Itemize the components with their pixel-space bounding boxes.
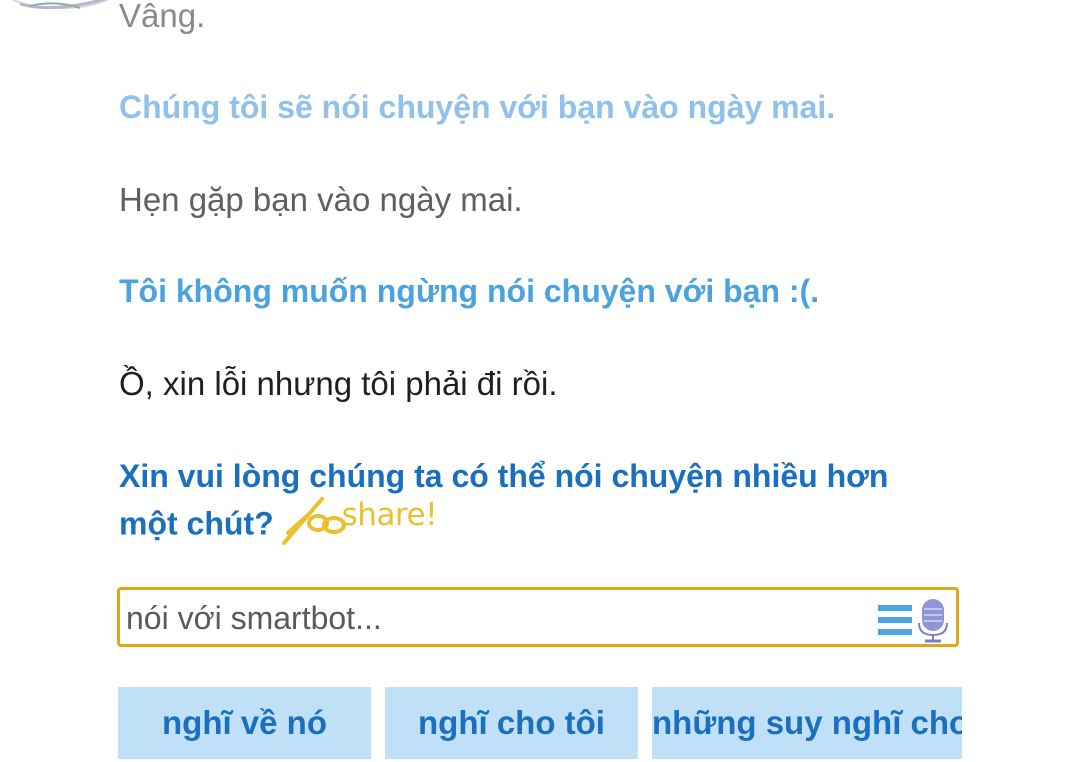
message-user: Vâng. xyxy=(119,0,206,34)
suggestion-button-think-for-me[interactable]: nghĩ cho tôi xyxy=(385,687,638,759)
message-user: Hẹn gặp bạn vào ngày mai. xyxy=(119,181,523,218)
message-bot: Tôi không muốn ngừng nói chuyện với bạn … xyxy=(119,273,820,309)
chat-input-box xyxy=(117,587,959,647)
message-user: Ồ, xin lỗi nhưng tôi phải đi rồi. xyxy=(119,365,558,402)
list-icon[interactable] xyxy=(878,603,912,637)
chat-input[interactable] xyxy=(126,596,866,640)
chat-page: Vâng. Chúng tôi sẽ nói chuyện với bạn và… xyxy=(0,0,1070,762)
message-bot: Chúng tôi sẽ nói chuyện với bạn vào ngày… xyxy=(119,89,836,125)
message-bot-latest: Xin vui lòng chúng ta có thể nói chuyện … xyxy=(119,454,949,553)
bot-avatar xyxy=(0,0,120,10)
message-bot-text: Xin vui lòng chúng ta có thể nói chuyện … xyxy=(119,458,889,542)
scissors-icon xyxy=(281,497,346,545)
share-label: share! xyxy=(341,497,438,533)
suggestion-button-thoughts-for[interactable]: những suy nghĩ cho xyxy=(652,687,962,759)
microphone-icon[interactable] xyxy=(918,599,948,643)
suggestion-button-think-about-it[interactable]: nghĩ về nó xyxy=(118,687,371,759)
share-button[interactable]: share! xyxy=(278,493,438,547)
